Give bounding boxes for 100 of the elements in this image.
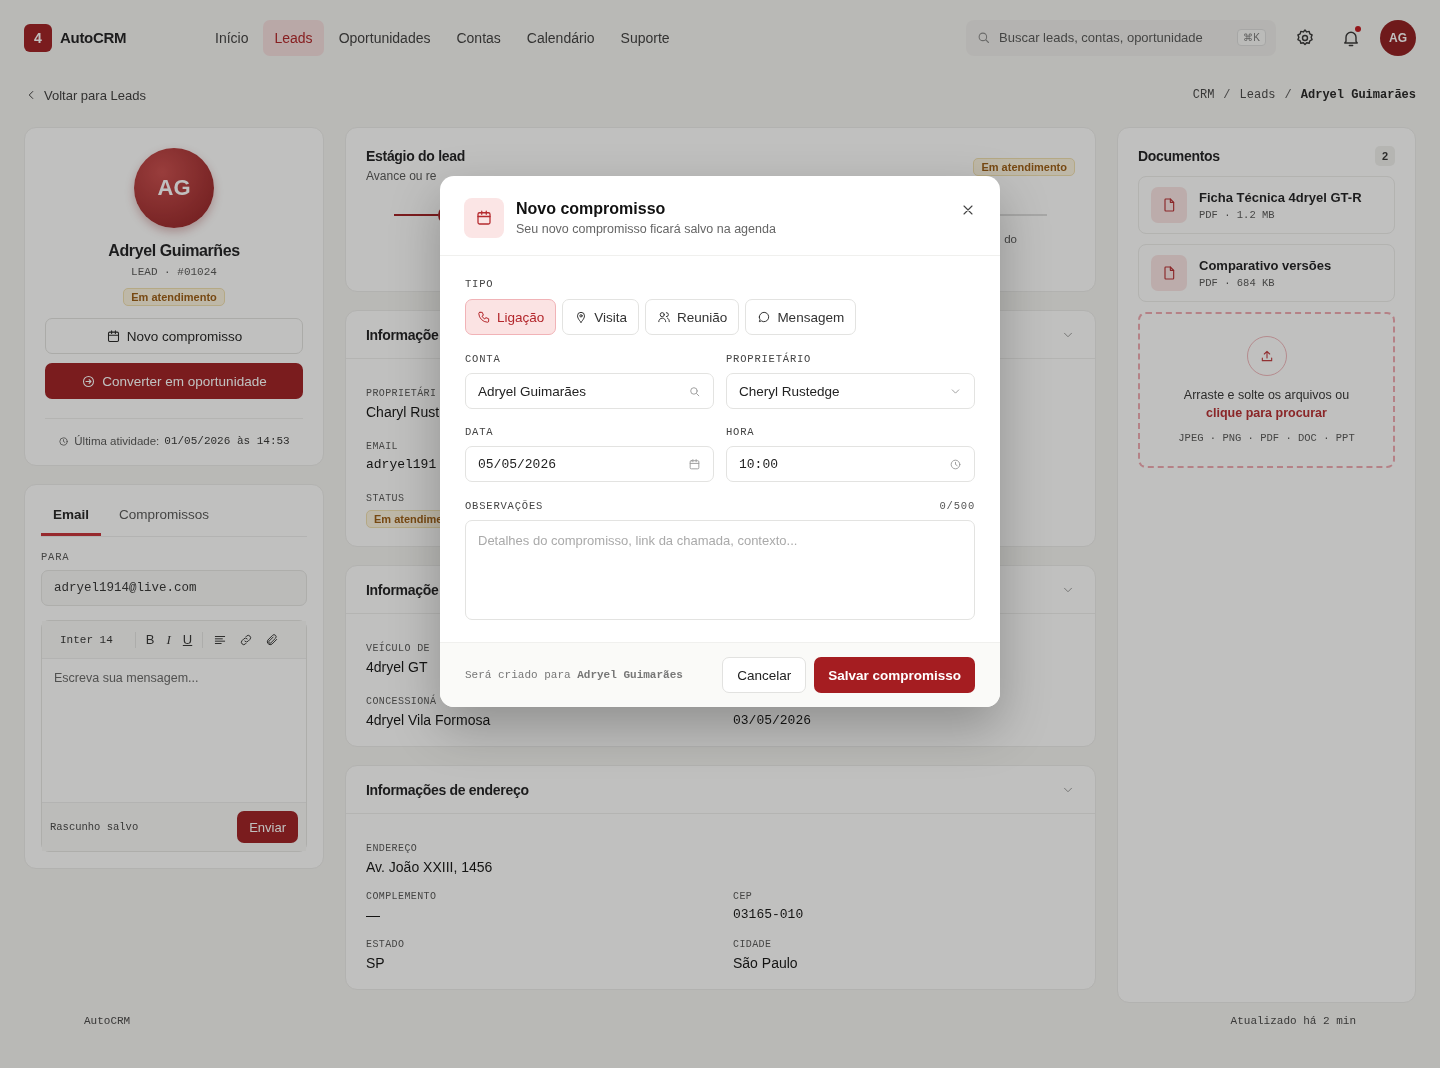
field-value: Charyl Rust [366,404,440,420]
footer-note: Será criado para Adryel Guimarães [465,669,683,681]
type-option[interactable]: Reunião [645,299,740,335]
card-title: Estágio do lead [366,148,465,164]
convert-button[interactable]: Converter em oportunidade [45,363,303,399]
notes-input[interactable]: Detalhes do compromisso, link da chamada, contexto... [465,520,975,620]
clock-icon [58,435,70,447]
upload-dropzone[interactable]: Arraste e solte os arquivos ou clique para procurar JPEG · PNG · PDF · DOC · PPT [1138,312,1395,468]
file-item[interactable]: Comparativo versões PDF · 684 KB [1138,244,1395,302]
nav-link[interactable]: Contas [445,19,512,56]
chat-bubble-icon [757,310,772,324]
file-icon [1161,197,1177,213]
file-formats: JPEG · PNG · PDF · DOC · PPT [1178,432,1355,444]
shortcut-key: ⌘K [1237,29,1266,46]
tab[interactable]: Email [41,499,102,536]
clock-icon [949,457,962,471]
nav-link[interactable]: Calendário [515,19,606,56]
nav-link[interactable]: Oportunidades [327,19,442,56]
field-label: CONCESSIONÁ [366,696,437,707]
character-counter: 0/500 [939,500,975,512]
format-button[interactable]: U [180,632,195,647]
save-button[interactable]: Salvar compromisso [814,657,975,693]
new-appointment-button[interactable]: Novo compromisso [45,318,303,354]
format-button[interactable]: B [143,632,157,647]
type-option[interactable]: Ligação [465,299,557,335]
field-value: — [366,907,380,923]
calendar-icon [105,328,121,344]
breadcrumb-separator: / [1223,88,1231,102]
back-link[interactable]: Voltar para Leads [24,87,146,103]
field-label: TIPO [465,278,494,290]
time-field[interactable]: 10:00 [726,446,975,482]
field-label: DATA [465,426,494,438]
field-label: PROPRIETÁRI [366,388,437,399]
settings-icon [1295,27,1315,48]
date-field[interactable]: 05/05/2026 [465,446,714,482]
field-label: PROPRIETÁRIO [726,353,812,365]
field-value: 4dryel GT [366,659,428,675]
field-value: SP [366,955,385,971]
calendar-icon [475,209,493,227]
send-button[interactable]: Enviar [237,811,298,843]
field-label: PARA [41,551,70,563]
field-label: VEÍCULO DE [366,643,430,654]
field-label: COMPLEMENTO [366,891,437,902]
type-option[interactable]: Mensagem [745,299,857,335]
search-field[interactable]: Buscar leads, contas, oportunidade ⌘K [966,19,1276,56]
owner-select[interactable]: Cheryl Rustedge [726,373,975,409]
card-title: Informações de endereço [366,781,529,798]
dropzone-text: Arraste e solte os arquivos ou [1183,388,1350,402]
footer-brand: AutoCRM [84,1015,131,1027]
link-icon [239,632,254,647]
field-label: ENDEREÇO [366,843,418,854]
lead-name: Adryel Guimarñes [108,242,240,260]
field-label: STATUS [366,493,405,504]
people-icon [657,310,672,324]
activity-label: Última atividade: [74,435,160,447]
dialog-title: Novo compromisso [516,200,667,218]
recipient-field[interactable]: adryel1914@live.com [41,570,307,606]
field-label: HORA [726,426,755,438]
field-label: CIDADE [733,939,772,950]
step-label: do [1004,233,1017,245]
nav-link[interactable]: Suporte [609,19,681,56]
progress-line [394,214,438,216]
format-button[interactable]: I [164,631,173,648]
type-option[interactable]: Visita [562,299,640,335]
avatar: AG [134,148,214,228]
phone-icon [477,310,491,324]
card-subtitle: Avance ou re [366,169,438,183]
status-badge: Em atendimento [123,288,225,306]
card-title: Documentos [1138,148,1220,164]
file-meta: PDF · 684 KB [1199,276,1276,289]
field-label: CONTA [465,353,501,365]
card-title: Informaçõe [366,326,439,343]
logo-icon: 4 [24,23,52,52]
field-label: CEP [733,891,753,902]
account-field[interactable]: Adryel Guimarães [465,373,714,409]
font-selector[interactable]: Inter 14 [60,633,113,646]
tab[interactable]: Compromissos [107,499,222,536]
message-editor[interactable]: Inter 14 B I U Escreva sua mensagem... Rascunho salvo Enviar [41,620,307,852]
search-icon [688,384,701,398]
field-label: EMAIL [366,441,398,452]
field-value: 4dryel Vila Formosa [366,712,491,728]
field-value: 03165-010 [733,907,804,922]
field-label: ESTADO [366,939,405,950]
field-value: adryel191 [366,457,437,472]
breadcrumb-link[interactable]: CRM [1192,88,1215,102]
file-item[interactable]: Ficha Técnica 4dryel GT-R PDF · 1.2 MB [1138,176,1395,234]
field-value: São Paulo [733,955,798,971]
file-name: Ficha Técnica 4dryel GT-R [1199,189,1362,205]
cancel-button[interactable]: Cancelar [722,657,807,693]
lead-meta: LEAD · #01024 [131,266,217,278]
user-avatar[interactable]: AG [1380,19,1416,56]
activity-time: 01/05/2026 às 14:53 [164,435,290,447]
file-icon [1161,265,1177,281]
nav-link[interactable]: Leads [263,19,324,56]
field-value: 03/05/2026 [733,713,811,728]
nav-link[interactable]: Início [204,19,260,56]
browse-link[interactable]: clique para procurar [1206,406,1327,420]
breadcrumb-link[interactable]: Leads [1239,88,1276,102]
breadcrumb-link[interactable]: Adryel Guimarães [1300,88,1416,102]
calendar-icon [688,457,701,471]
